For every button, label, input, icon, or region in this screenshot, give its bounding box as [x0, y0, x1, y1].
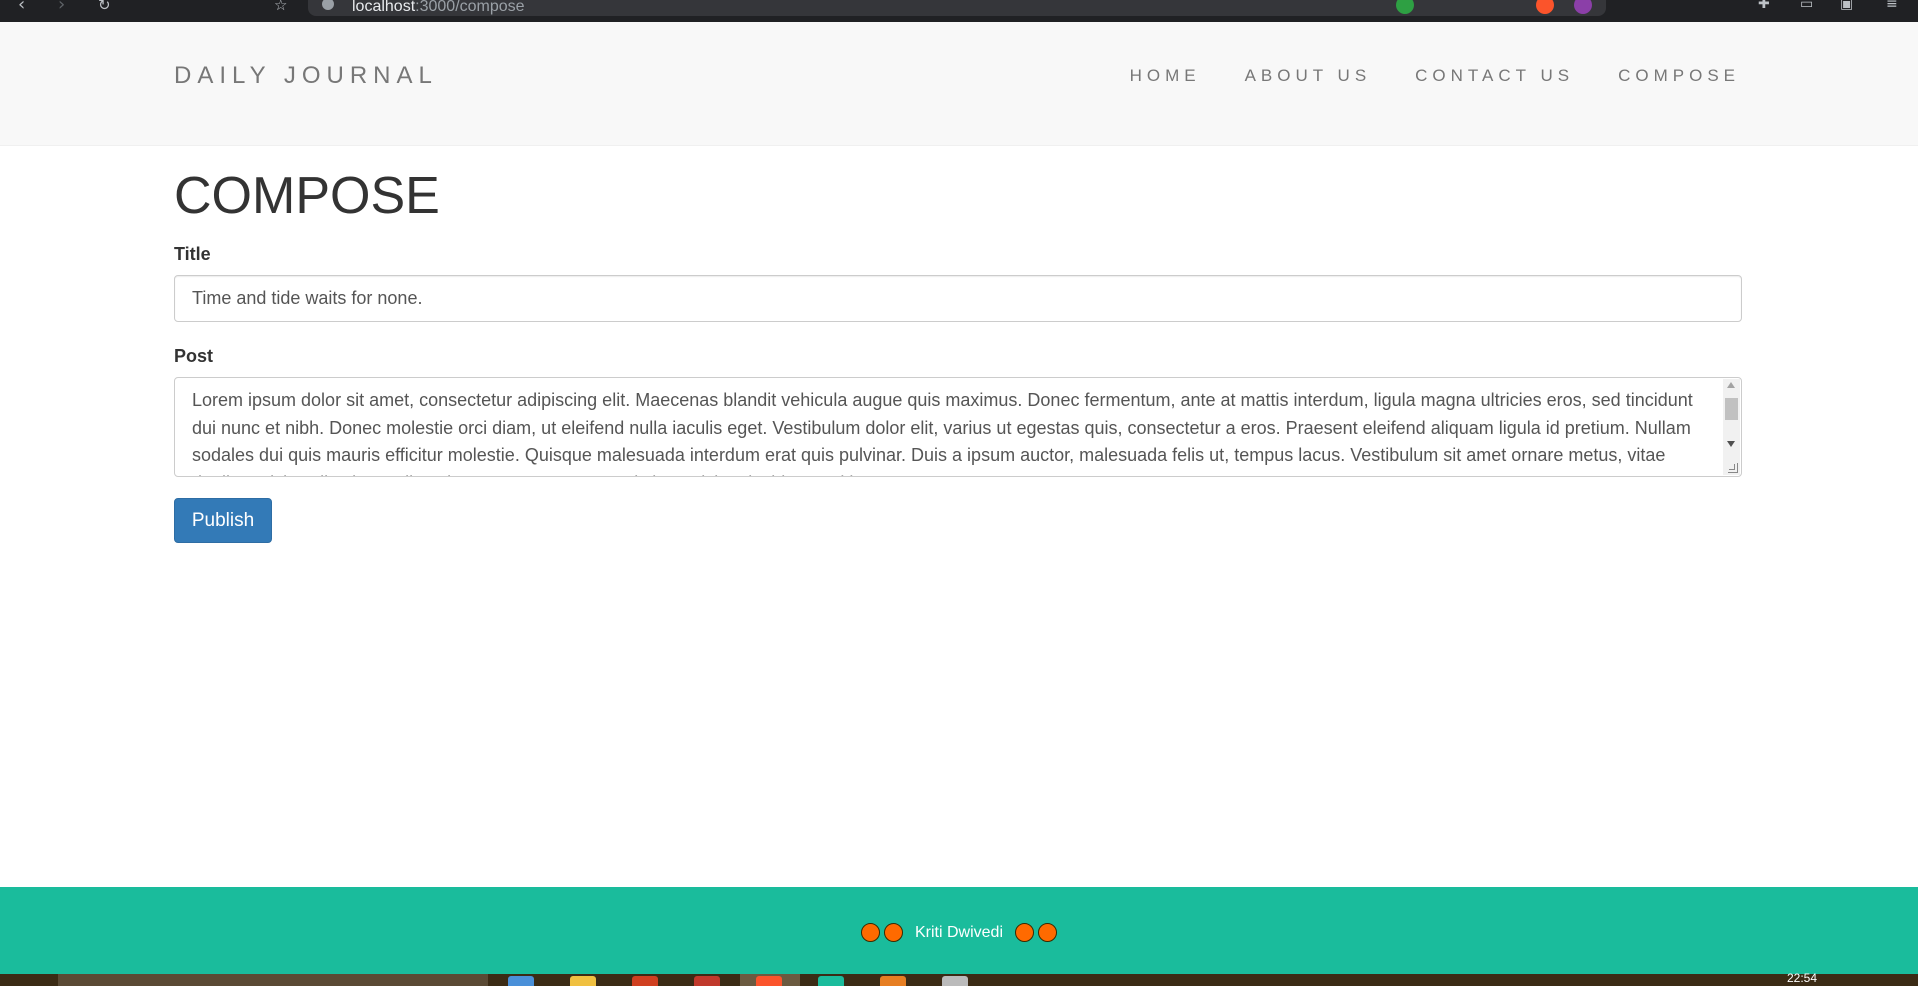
publish-button[interactable]: Publish [174, 498, 272, 543]
site-footer: Kriti Dwivedi [0, 887, 1918, 974]
taskbar-app-icon[interactable] [880, 976, 906, 986]
scroll-up-icon[interactable] [1727, 382, 1735, 388]
taskbar-app-icon[interactable] [818, 976, 844, 986]
taskbar-app-icon[interactable] [632, 976, 658, 986]
scroll-down-icon[interactable] [1727, 441, 1735, 447]
url-text: localhost:3000/compose [352, 0, 525, 15]
post-textarea[interactable]: Lorem ipsum dolor sit amet, consectetur … [174, 377, 1742, 477]
footer-credit: Kriti Dwivedi [0, 923, 1918, 942]
sidebar-icon[interactable]: ▭ [1800, 0, 1813, 12]
compose-form: COMPOSE Title Post Lorem ipsum dolor sit… [174, 146, 1742, 543]
taskbar-folder-icon[interactable] [570, 976, 596, 986]
title-input[interactable] [174, 275, 1742, 322]
menu-icon[interactable]: ≡ [1886, 0, 1898, 12]
site-nav: HOME ABOUT US CONTACT US COMPOSE [1130, 66, 1740, 86]
wallet-icon[interactable]: ▣ [1840, 0, 1853, 12]
taskbar-search[interactable] [58, 974, 488, 986]
site-info-icon[interactable] [322, 0, 334, 10]
browser-toolbar: ‹ › ↻ ☆ localhost:3000/compose ✚ ▭ ▣ ≡ [0, 0, 1918, 22]
decor-dot-icon [1038, 923, 1057, 942]
os-taskbar: 22:54 [0, 971, 1918, 986]
decor-dot-icon [860, 923, 880, 942]
decor-dot-icon [1015, 923, 1034, 942]
taskbar-brave-icon[interactable] [756, 976, 782, 986]
extensions-puzzle-icon[interactable]: ✚ [1758, 0, 1770, 12]
footer-author: Kriti Dwivedi [914, 923, 1003, 941]
taskbar-app-icon[interactable] [508, 976, 534, 986]
nav-compose-link[interactable]: COMPOSE [1618, 66, 1740, 86]
site-header: DAILY JOURNAL HOME ABOUT US CONTACT US C… [0, 22, 1918, 146]
bookmark-icon[interactable]: ☆ [274, 0, 287, 14]
title-label: Title [174, 244, 211, 264]
decor-dot-icon [883, 923, 903, 942]
taskbar-app-icon[interactable] [694, 976, 720, 986]
reload-icon[interactable]: ↻ [98, 0, 111, 14]
forward-icon[interactable]: › [58, 0, 65, 15]
resize-handle-icon[interactable] [1728, 463, 1738, 473]
page-title: COMPOSE [174, 167, 440, 225]
nav-contact-link[interactable]: CONTACT US [1415, 66, 1574, 86]
nav-home-link[interactable]: HOME [1130, 66, 1201, 86]
back-icon[interactable]: ‹ [18, 0, 25, 15]
post-scrollbar[interactable] [1723, 379, 1740, 475]
taskbar-app-icon[interactable] [942, 976, 968, 986]
post-text[interactable]: Lorem ipsum dolor sit amet, consectetur … [192, 387, 1712, 476]
site-brand[interactable]: DAILY JOURNAL [174, 62, 438, 90]
scroll-thumb[interactable] [1725, 398, 1738, 420]
taskbar-clock[interactable]: 22:54 [1787, 971, 1817, 985]
post-label: Post [174, 346, 214, 366]
nav-about-link[interactable]: ABOUT US [1245, 66, 1372, 86]
